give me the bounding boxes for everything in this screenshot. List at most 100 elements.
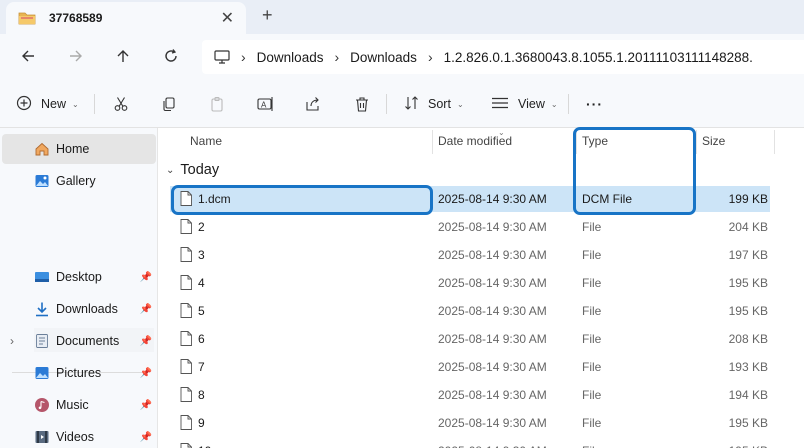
file-date-modified: 2025-08-14 9:30 AM [438,416,547,430]
chevron-down-icon: ⌄ [456,99,464,109]
sidebar-item-home[interactable]: Home [2,134,156,164]
chevron-right-icon[interactable]: › [428,49,433,65]
file-icon [180,219,192,234]
file-name: 9 [198,416,205,430]
svg-text:A: A [261,101,267,110]
file-row[interactable]: 10 2025-08-14 9:30 AM File 195 KB [170,438,770,448]
file-size: 193 KB [728,360,768,374]
file-name: 5 [198,304,205,318]
file-row[interactable]: 2 2025-08-14 9:30 AM File 204 KB [170,214,770,240]
pin-icon[interactable]: 📌 [140,336,152,347]
file-row[interactable]: 9 2025-08-14 9:30 AM File 195 KB [170,410,770,436]
sidebar-item-label: Downloads [56,302,118,316]
delete-icon[interactable] [354,92,370,116]
close-tab-icon[interactable]: ✕ [221,8,234,28]
column-separator[interactable] [432,130,433,154]
file-date-modified: 2025-08-14 9:30 AM [438,220,547,234]
file-row[interactable]: 6 2025-08-14 9:30 AM File 208 KB [170,326,770,352]
sort-button[interactable]: Sort ⌄ [404,92,464,116]
file-type: File [582,220,602,234]
file-type: File [582,416,602,430]
chevron-down-icon[interactable]: ⌄ [166,165,174,176]
column-separator[interactable] [696,130,697,154]
view-button[interactable]: View ⌄ [491,92,558,116]
new-button[interactable]: New ⌄ [16,92,79,116]
pin-icon[interactable]: 📌 [140,400,152,411]
pin-icon[interactable]: 📌 [140,272,152,283]
sidebar-item-documents[interactable]: Documents 📌 [2,326,156,356]
pictures-icon [34,365,50,381]
breadcrumb-current-folder[interactable]: 1.2.826.0.1.3680043.8.1055.1.20111103111… [444,50,753,65]
sidebar-item-music[interactable]: Music 📌 [2,390,156,420]
sidebar-item-label: Home [56,142,90,156]
column-header-size[interactable]: Size [702,128,725,154]
copy-icon[interactable] [161,92,177,116]
file-row[interactable]: 7 2025-08-14 9:30 AM File 193 KB [170,354,770,380]
pin-icon[interactable]: 📌 [140,432,152,443]
file-name: 8 [198,388,205,402]
file-icon [180,331,192,346]
file-row[interactable]: 5 2025-08-14 9:30 AM File 195 KB [170,298,770,324]
sidebar-item-desktop[interactable]: Desktop 📌 [2,262,156,292]
file-list: Name ⌄ Date modified Type Size ⌄ Today 1… [160,127,804,448]
sidebar-item-downloads[interactable]: Downloads 📌 [2,294,156,324]
file-type: File [582,360,602,374]
sidebar-item-label: Videos [56,430,94,444]
sidebar-item-label: Pictures [56,366,102,380]
forward-arrow-icon[interactable] [64,44,88,68]
window-tab[interactable]: 37768589 ✕ [6,2,246,34]
more-options-icon[interactable]: ··· [586,92,603,116]
refresh-icon[interactable] [159,44,183,68]
pin-icon[interactable]: 📌 [140,368,152,379]
chevron-right-icon[interactable]: › [241,49,246,65]
music-icon [34,397,50,413]
cut-icon[interactable] [113,92,129,116]
documents-icon [34,333,50,349]
sidebar-item-gallery[interactable]: Gallery [2,166,156,196]
title-bar: 37768589 ✕ + [0,0,804,34]
file-icon [180,387,192,402]
plus-circle-icon [16,95,32,114]
computer-icon[interactable] [214,50,230,64]
view-label: View [518,97,545,111]
pin-icon[interactable]: 📌 [140,304,152,315]
new-tab-button[interactable]: + [262,5,273,26]
column-separator[interactable] [774,130,775,154]
file-name: 4 [198,276,205,290]
toolbar-divider [568,94,569,114]
column-header-name[interactable]: Name [190,128,222,154]
breadcrumb-downloads-1[interactable]: Downloads [257,50,324,65]
breadcrumb[interactable]: › Downloads › Downloads › 1.2.826.0.1.36… [202,40,804,74]
vertical-scrollbar[interactable] [794,128,804,448]
sidebar-item-videos[interactable]: Videos 📌 [2,422,156,448]
sidebar-item-label: Desktop [56,270,102,284]
share-icon[interactable] [305,92,321,116]
file-size: 194 KB [728,388,768,402]
file-name: 10 [198,438,211,448]
column-header-date-modified[interactable]: Date modified [438,128,512,154]
back-arrow-icon[interactable] [16,44,40,68]
paste-icon[interactable] [209,92,225,116]
breadcrumb-downloads-2[interactable]: Downloads [350,50,417,65]
file-name: 3 [198,248,205,262]
file-size: 195 KB [710,438,768,448]
file-row[interactable]: 3 2025-08-14 9:30 AM File 197 KB [170,242,770,268]
file-row[interactable]: 8 2025-08-14 9:30 AM File 194 KB [170,382,770,408]
view-list-icon [491,95,509,114]
sidebar-item-pictures[interactable]: Pictures 📌 [2,358,156,388]
chevron-right-icon[interactable]: › [334,49,339,65]
file-icon [180,247,192,262]
file-row[interactable]: 4 2025-08-14 9:30 AM File 195 KB [170,270,770,296]
file-date-modified: 2025-08-14 9:30 AM [438,360,547,374]
group-label: Today [180,162,220,178]
address-bar: › Downloads › Downloads › 1.2.826.0.1.36… [0,34,804,80]
up-arrow-icon[interactable] [111,44,135,68]
rename-icon[interactable]: A [257,92,275,116]
file-type: File [582,388,602,402]
file-icon [180,443,192,448]
toolbar-divider [386,94,387,114]
toolbar-divider [94,94,95,114]
file-date-modified: 2025-08-14 9:30 AM [438,332,547,346]
sidebar-item-label: Documents [56,334,120,348]
group-header-today[interactable]: ⌄ Today [166,162,219,178]
